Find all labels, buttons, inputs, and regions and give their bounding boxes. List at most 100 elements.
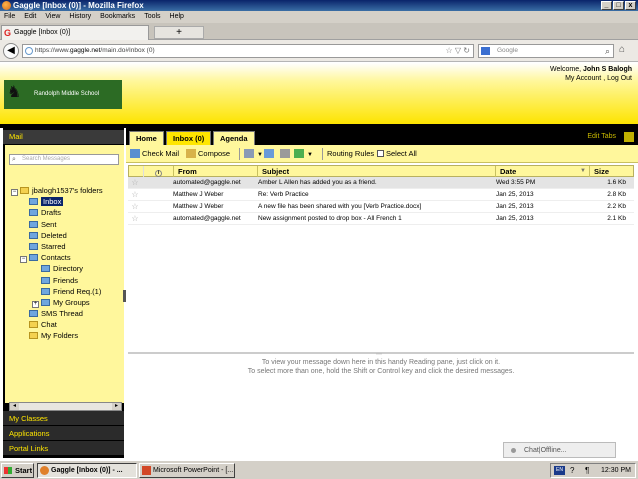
folder-sent[interactable]: Sent — [5, 219, 124, 230]
folder-inbox-label: Inbox — [41, 197, 64, 207]
google-engine-icon[interactable] — [481, 47, 490, 55]
folder-friends[interactable]: Friends — [5, 275, 124, 286]
row-date: Jan 25, 2013 — [496, 203, 534, 210]
scroll-left-icon[interactable]: ◂ — [10, 403, 19, 410]
mail-heading[interactable]: Mail — [3, 130, 124, 144]
column-date[interactable]: Date ▼ — [495, 166, 589, 177]
folder-root[interactable]: − jbalogh1537's folders — [5, 185, 124, 196]
minimize-button[interactable]: _ — [601, 1, 612, 10]
sidebar-links: My Classes Applications Portal Links — [3, 411, 124, 456]
print-icon — [244, 149, 254, 158]
drafts-icon — [29, 209, 38, 217]
move-button[interactable] — [264, 145, 276, 163]
check-mail-button[interactable]: Check Mail — [130, 145, 179, 163]
folder-starred[interactable]: Starred — [5, 241, 124, 252]
folder-contacts[interactable]: − Contacts — [5, 252, 124, 264]
reading-pane[interactable]: ⋯ To view your message down here in this… — [128, 352, 634, 456]
tab-inbox[interactable]: Inbox (0) — [166, 131, 212, 145]
column-size[interactable]: Size — [589, 166, 631, 177]
resize-grip-icon[interactable]: ⋯ — [376, 351, 382, 358]
folder-my-folders[interactable]: My Folders — [5, 330, 124, 341]
menu-tools[interactable]: Tools — [144, 11, 160, 23]
delete-button[interactable] — [280, 145, 292, 163]
scroll-right-icon[interactable]: ▸ — [112, 403, 121, 410]
folder-chat[interactable]: Chat — [5, 319, 124, 330]
browser-tab[interactable]: G Gaggle [Inbox (0)] — [1, 25, 149, 40]
search-icon[interactable]: ⌕ — [605, 45, 610, 57]
compose-label: Compose — [198, 149, 231, 158]
menu-view[interactable]: View — [45, 11, 60, 23]
row-size: 2.1 Kb — [607, 215, 626, 222]
folder-my-folders-label: My Folders — [41, 331, 79, 341]
tab-home[interactable]: Home — [129, 131, 164, 145]
help-icon[interactable]: ? — [570, 464, 574, 477]
inbox-icon — [29, 198, 38, 206]
star-icon[interactable]: ☆ — [128, 189, 142, 201]
powerpoint-icon — [142, 466, 151, 475]
collapse-icon[interactable]: − — [11, 189, 18, 196]
tab-agenda[interactable]: Agenda — [213, 131, 255, 145]
folder-starred-label: Starred — [41, 241, 66, 251]
expand-icon[interactable]: + — [32, 300, 39, 308]
menu-file[interactable]: File — [4, 11, 15, 23]
column-from[interactable]: From — [173, 166, 257, 177]
close-button[interactable]: x — [625, 1, 636, 10]
sidebar-link-portal-links[interactable]: Portal Links — [3, 441, 124, 456]
reading-pane-hint-1: To view your message down here in this h… — [261, 359, 501, 366]
folder-directory[interactable]: Directory — [5, 263, 124, 274]
bookmark-star-icon[interactable]: ☆ ▽ ↻ — [446, 45, 470, 57]
firefox-icon — [40, 466, 49, 475]
start-button[interactable]: Start — [1, 463, 34, 478]
folder-inbox[interactable]: Inbox — [5, 196, 124, 207]
star-icon[interactable]: ☆ — [128, 201, 142, 213]
print-button[interactable]: ▼ — [244, 145, 263, 164]
info-column-header: i — [143, 166, 173, 177]
menu-bookmarks[interactable]: Bookmarks — [100, 11, 135, 23]
home-icon[interactable]: ⌂ — [619, 44, 625, 55]
table-row[interactable]: ☆ automated@gaggle.net Amber L Allen has… — [128, 177, 634, 189]
back-button[interactable]: ◀ — [3, 43, 19, 59]
collapse-icon[interactable]: − — [20, 256, 27, 264]
row-subject: Re: Verb Practice — [258, 191, 309, 198]
table-row[interactable]: ☆ automated@gaggle.net New assignment po… — [128, 213, 634, 225]
routing-rules-button[interactable]: Routing Rules — [327, 145, 374, 163]
taskbar-item-firefox[interactable]: Gaggle [Inbox (0)] - ... — [37, 463, 137, 478]
select-all-checkbox[interactable]: Select All — [377, 145, 417, 163]
new-tab-button[interactable]: + — [154, 26, 204, 39]
taskbar-item-powerpoint[interactable]: Microsoft PowerPoint - [... — [139, 463, 235, 478]
folder-horizontal-scrollbar[interactable]: ◂ ▸ — [9, 402, 122, 411]
table-row[interactable]: ☆ Matthew J Weber A new file has been sh… — [128, 201, 634, 213]
contacts-icon — [29, 254, 38, 262]
folder-my-groups[interactable]: + My Groups — [5, 297, 124, 308]
star-icon[interactable]: ☆ — [128, 213, 142, 225]
sort-desc-icon: ▼ — [580, 168, 586, 174]
forward-button[interactable]: ▼ — [294, 145, 313, 164]
network-icon[interactable]: ¶ — [585, 464, 589, 477]
maximize-button[interactable]: □ — [613, 1, 624, 10]
folder-drafts[interactable]: Drafts — [5, 207, 124, 218]
compose-button[interactable]: Compose — [186, 145, 230, 163]
mail-content: Check Mail Compose ▼ ▼ Routing Rules Sel… — [126, 145, 638, 458]
account-links[interactable]: My Account , Log Out — [550, 74, 632, 83]
sidebar-link-applications[interactable]: Applications — [3, 426, 124, 441]
language-indicator[interactable]: EN — [554, 466, 565, 475]
star-icon[interactable]: ☆ — [128, 177, 142, 189]
edit-tabs-link[interactable]: Edit Tabs — [587, 132, 616, 142]
menu-bar: File Edit View History Bookmarks Tools H… — [0, 11, 638, 23]
folder-deleted[interactable]: Deleted — [5, 230, 124, 241]
edit-tabs-icon[interactable] — [624, 132, 634, 142]
folder-icon — [20, 187, 29, 194]
folder-friend-req[interactable]: Friend Req.(1) — [5, 286, 124, 297]
url-bar[interactable]: https://www.gaggle.net/main.do#Inbox (0)… — [22, 44, 474, 58]
folder-sms[interactable]: SMS Thread — [5, 308, 124, 319]
search-messages-input[interactable]: ⌕ Search Messages — [9, 154, 119, 165]
menu-history[interactable]: History — [69, 11, 91, 23]
column-subject[interactable]: Subject — [257, 166, 495, 177]
sidebar-link-my-classes[interactable]: My Classes — [3, 411, 124, 426]
search-bar[interactable]: Google ⌕ — [478, 44, 614, 58]
menu-edit[interactable]: Edit — [24, 11, 36, 23]
chat-status-widget[interactable]: Chat|Offline... — [503, 442, 616, 458]
school-logo: ♞ Randolph Middle School — [4, 80, 122, 109]
table-row[interactable]: ☆ Matthew J Weber Re: Verb Practice Jan … — [128, 189, 634, 201]
menu-help[interactable]: Help — [170, 11, 184, 23]
